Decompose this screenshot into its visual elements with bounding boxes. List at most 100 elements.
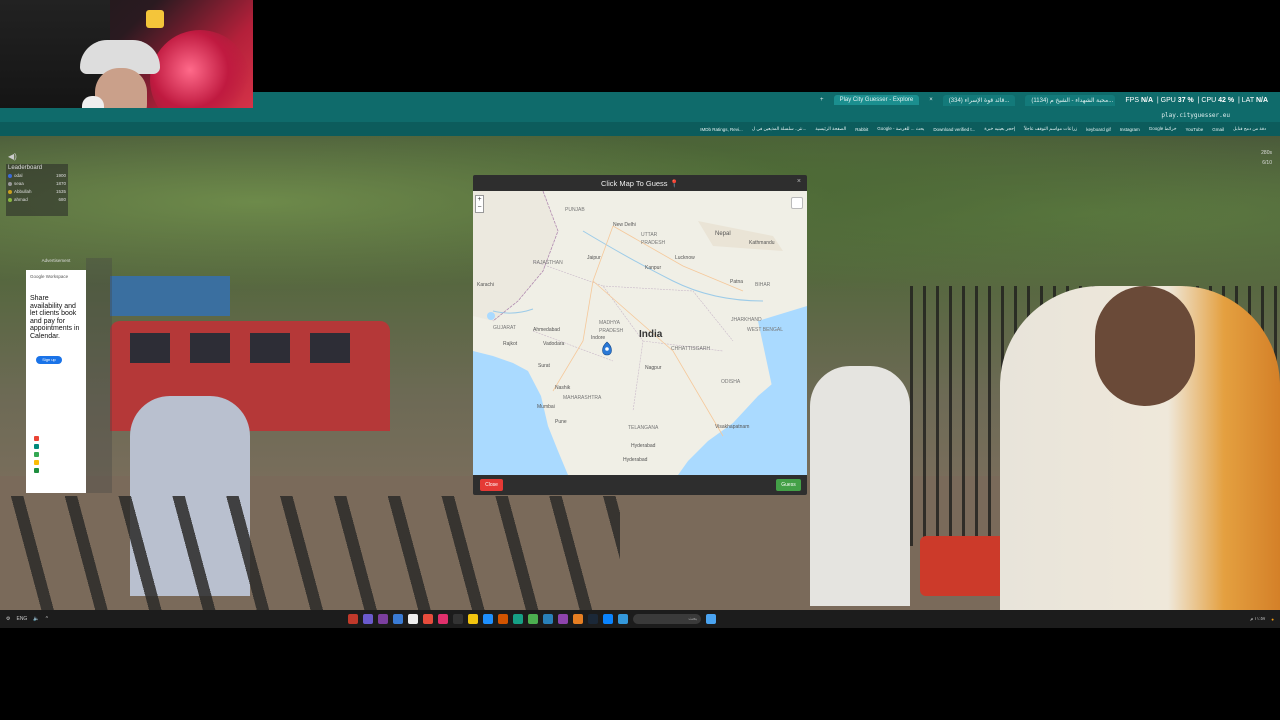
tab-video-2[interactable]: (1134) محبة الشهداء - الشيخ م... — [1025, 94, 1116, 106]
bookmark-item[interactable]: Google - يحث ... للغرصة — [877, 126, 924, 132]
edge-icon[interactable] — [603, 614, 613, 624]
map-canvas[interactable]: PUNJAB New Delhi UTTAR PRADESH Nepal Kat… — [473, 191, 807, 475]
map-label: Kathmandu — [749, 240, 775, 246]
bookmark-item[interactable]: Rabbit — [855, 127, 868, 132]
guess-map-modal: Click Map To Guess 📍 × PUNJAB New Delhi … — [473, 175, 807, 495]
bookmark-item[interactable]: YouTube — [1186, 127, 1204, 132]
map-label: MADHYA — [599, 320, 621, 326]
app-icon[interactable] — [408, 614, 418, 624]
guess-button[interactable]: Guess — [776, 479, 801, 491]
taskbar: ⚙ ENG 🔈 ^ بحث ١١:٥٧ م ● — [0, 610, 1280, 628]
drive-icon — [34, 452, 39, 457]
app-icon[interactable] — [483, 614, 493, 624]
app-icon[interactable] — [348, 614, 358, 624]
map-label: CHHATTISGARH — [671, 346, 710, 352]
app-icon[interactable] — [558, 614, 568, 624]
bookmark-item[interactable]: الصفحة الرئيسية — [815, 126, 846, 132]
round-counter: 6/10 — [1262, 160, 1272, 166]
ad-signup-button[interactable]: Sign up — [36, 356, 62, 364]
perf-overlay: FPS N/A | GPU 37 % | CPU 42 % | LAT N/A — [1125, 96, 1268, 104]
app-icon[interactable] — [438, 614, 448, 624]
app-icon[interactable] — [618, 614, 628, 624]
leaderboard-row: ahmad 680 — [6, 196, 68, 204]
bookmark-item[interactable]: IMDb Ratings, Revi... — [700, 127, 743, 132]
modal-header: Click Map To Guess 📍 — [473, 175, 807, 191]
map-label: PRADESH — [599, 328, 624, 334]
zoom-out-button[interactable]: − — [476, 204, 483, 212]
leaderboard-row: odal 1900 — [6, 172, 68, 180]
timer: 280s — [1261, 150, 1272, 156]
app-icon[interactable] — [513, 614, 523, 624]
sound-icon[interactable]: ◀) — [8, 152, 17, 161]
bookmark-item[interactable]: Download verified t... — [933, 127, 975, 132]
app-icon[interactable] — [378, 614, 388, 624]
url-field[interactable]: play.cityguesser.eu — [1161, 112, 1230, 119]
map-label: Pune — [555, 419, 567, 425]
volume-icon[interactable]: 🔈 — [33, 616, 39, 622]
bookmark-item[interactable]: keyboard gif — [1086, 127, 1111, 132]
tab-cityguesser[interactable]: Play City Guesser - Explore — [833, 95, 920, 105]
letterbox-bottom — [0, 628, 1280, 720]
map-label: Indore — [591, 335, 605, 341]
map-label: Ahmedabad — [533, 327, 560, 333]
folder-icon[interactable] — [468, 614, 478, 624]
weather-icon[interactable]: ● — [1271, 617, 1274, 622]
app-icon[interactable] — [363, 614, 373, 624]
bookmark-item[interactable]: إحجز بعينيه خبرة — [984, 126, 1015, 132]
zoom-in-button[interactable]: + — [476, 196, 483, 204]
leaderboard-title: Leaderboard — [8, 165, 43, 171]
steam-icon[interactable] — [588, 614, 598, 624]
app-icon[interactable] — [453, 614, 463, 624]
tray-icon[interactable]: ⚙ — [6, 616, 10, 622]
bookmark-item[interactable]: Gmail — [1212, 127, 1224, 132]
map-water — [487, 312, 495, 320]
start-icon[interactable] — [706, 614, 716, 624]
scene-fence — [0, 496, 620, 610]
map-label: Visakhapatnam — [715, 424, 749, 430]
map-label: Nepal — [715, 231, 731, 237]
app-icon[interactable] — [543, 614, 553, 624]
ad-side-panel — [86, 258, 112, 493]
bookmark-item[interactable]: دقة من دمج قنابل — [1233, 126, 1266, 132]
map-label: MAHARASHTRA — [563, 395, 602, 401]
app-icon[interactable] — [573, 614, 583, 624]
app-icon[interactable] — [423, 614, 433, 624]
guess-map[interactable]: PUNJAB New Delhi UTTAR PRADESH Nepal Kat… — [473, 191, 807, 475]
language-indicator[interactable]: ENG — [16, 616, 27, 622]
map-label: WEST BENGAL — [747, 327, 783, 333]
bookmark-item[interactable]: زراعات مواسم التوقف عاجلاً — [1024, 126, 1077, 132]
map-label: ODISHA — [721, 379, 741, 385]
layers-icon[interactable] — [791, 197, 803, 209]
bookmark-item[interactable]: Instagram — [1120, 127, 1140, 132]
map-label: Hyderabad — [631, 443, 656, 449]
app-icon[interactable] — [393, 614, 403, 624]
app-icon[interactable] — [498, 614, 508, 624]
leaderboard-row: seaa 1870 — [6, 180, 68, 188]
bookmark-item[interactable]: Google خرائط — [1149, 126, 1177, 132]
tab-close-icon[interactable]: × — [929, 97, 933, 103]
map-label: Jaipur — [587, 255, 601, 261]
new-tab-button[interactable]: + — [820, 97, 824, 103]
map-pin-icon: 📍 — [669, 178, 679, 188]
leaderboard: Leaderboard odal 1900 seaa 1870 Abbullah 15… — [6, 164, 68, 216]
chevron-up-icon[interactable]: ^ — [46, 616, 48, 622]
tab-row: + Play City Guesser - Explore × (334) قا… — [0, 92, 1280, 108]
keep-icon — [34, 460, 39, 465]
map-label: Patna — [730, 279, 743, 285]
map-label: Surat — [538, 363, 551, 369]
modal-title: Click Map To Guess — [601, 178, 668, 188]
gmail-icon — [34, 436, 39, 441]
advertisement[interactable]: Google Workspace Share availability and … — [26, 270, 86, 493]
close-icon[interactable]: × — [797, 178, 801, 185]
clock[interactable]: ١١:٥٧ م — [1250, 616, 1265, 622]
zoom-controls[interactable]: + − — [475, 195, 484, 213]
tab-video-1[interactable]: (334) قائد قوة الإسراء... — [942, 94, 1016, 106]
bookmark-item[interactable]: نتر.. سلسلة المذيعين في ل... — [752, 126, 807, 132]
chrome-icon[interactable] — [528, 614, 538, 624]
taskbar-search[interactable]: بحث — [633, 614, 701, 624]
map-label: Karachi — [477, 282, 494, 288]
close-button[interactable]: Close — [480, 479, 503, 491]
map-label: TELANGANA — [628, 425, 659, 431]
modal-footer: Close Guess — [473, 475, 807, 495]
map-label: BIHAR — [755, 282, 771, 288]
